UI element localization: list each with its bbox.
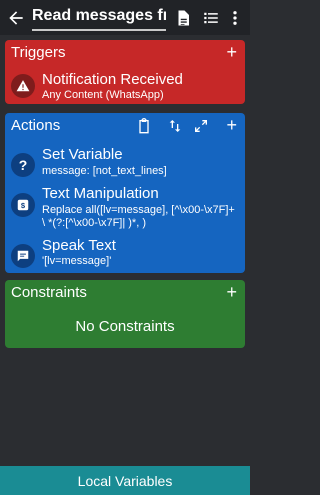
clipboard-icon[interactable] xyxy=(136,118,152,134)
action-title: Set Variable xyxy=(42,146,123,163)
dollar-icon: $ xyxy=(11,193,35,217)
trigger-title: Notification Received xyxy=(42,71,183,88)
constraints-header: Constraints + xyxy=(5,280,245,306)
warning-icon xyxy=(11,74,35,98)
macro-name-field[interactable]: Read messages fron xyxy=(32,5,166,31)
action-item-text-manipulation[interactable]: $ Text Manipulation Replace all([lv=mess… xyxy=(5,183,245,233)
action-item-set-variable[interactable]: ? Set Variable message: [not_text_lines] xyxy=(5,143,245,181)
constraints-title: Constraints xyxy=(11,284,87,301)
macro-title: Read messages fron xyxy=(32,7,166,24)
local-variables-button[interactable]: Local Variables xyxy=(0,466,250,495)
add-constraint-button[interactable]: + xyxy=(226,282,237,302)
action-title: Speak Text xyxy=(42,237,116,254)
action-subtitle: '[lv=message]' xyxy=(42,255,112,267)
triggers-header: Triggers + xyxy=(5,40,245,66)
document-icon[interactable] xyxy=(174,9,192,27)
constraints-card: Constraints + No Constraints xyxy=(5,280,245,348)
add-action-button[interactable]: + xyxy=(226,115,237,135)
no-constraints-text: No Constraints xyxy=(75,318,175,335)
more-vertical-icon[interactable] xyxy=(226,9,244,27)
trigger-subtitle: Any Content (WhatsApp) xyxy=(42,89,164,101)
action-subtitle: message: [not_text_lines] xyxy=(42,165,167,177)
actions-title: Actions xyxy=(11,117,61,134)
local-variables-label: Local Variables xyxy=(77,472,173,489)
action-title: Text Manipulation xyxy=(42,185,159,202)
triggers-title: Triggers xyxy=(11,44,66,61)
list-icon[interactable] xyxy=(202,9,220,27)
message-icon xyxy=(11,244,35,268)
actions-header: Actions + xyxy=(5,113,245,139)
action-item-speak-text[interactable]: Speak Text '[lv=message]' xyxy=(5,235,245,273)
action-subtitle-line-1: Replace all([lv=message], [^\x00-\x7F]+ xyxy=(42,204,235,216)
question-icon: ? xyxy=(11,153,35,177)
add-trigger-button[interactable]: + xyxy=(226,42,237,62)
actions-card: Actions + ? Set Variable message: [not_t… xyxy=(5,113,245,273)
top-bar: Read messages fron xyxy=(0,0,250,35)
triggers-card: Triggers + Notification Received Any Con… xyxy=(5,40,245,104)
swap-vert-icon[interactable] xyxy=(167,118,183,134)
expand-icon[interactable] xyxy=(193,118,209,134)
action-subtitle-line-2: \ *(?:[^\x00-\x7F]| )*, ) xyxy=(42,217,146,229)
trigger-item[interactable]: Notification Received Any Content (Whats… xyxy=(5,66,245,104)
arrow-left-icon[interactable] xyxy=(6,8,26,28)
